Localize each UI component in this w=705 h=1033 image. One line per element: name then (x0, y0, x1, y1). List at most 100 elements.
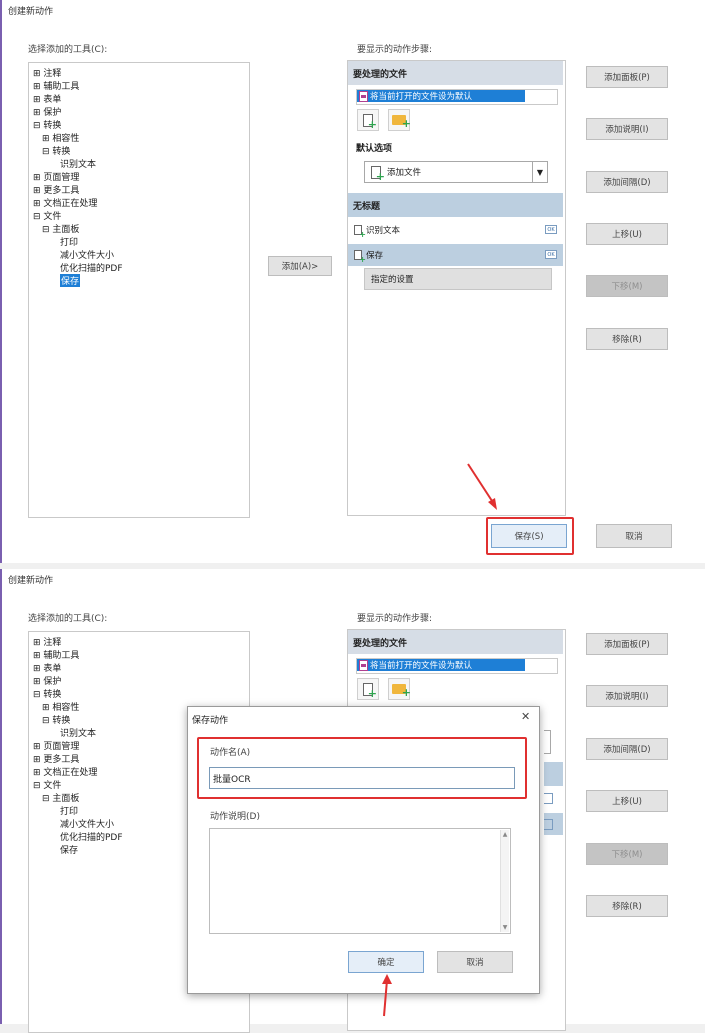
tree-item[interactable]: ⊞ 注释 (33, 635, 61, 648)
add-folder-button[interactable]: + (388, 109, 411, 131)
dialog-title: 保存动作 (192, 716, 229, 726)
options-icon[interactable]: OK (545, 250, 557, 259)
tree-item[interactable]: ⊟ 转换 (42, 713, 70, 726)
tree-item[interactable]: 识别文本 (60, 726, 96, 739)
tree-item[interactable]: 打印 (60, 804, 78, 817)
file-list[interactable]: 将当前打开的文件设为默认 (356, 658, 558, 674)
tree-item[interactable]: ⊞ 相容性 (42, 131, 79, 144)
tree-item[interactable]: ⊟ 文件 (33, 778, 61, 791)
tree-item[interactable]: ⊟ 文件 (33, 209, 61, 222)
step-specified-settings[interactable]: 指定的设置 (364, 268, 552, 290)
file-list[interactable]: 将当前打开的文件设为默认 (356, 89, 558, 105)
tree-item[interactable]: ⊞ 辅助工具 (33, 648, 79, 661)
step-specified-label: 指定的设置 (371, 275, 414, 285)
tools-label: 选择添加的工具(C): (28, 45, 108, 55)
close-icon[interactable]: ✕ (521, 710, 530, 723)
tree-item[interactable]: ⊞ 保护 (33, 105, 61, 118)
tree-item[interactable]: 打印 (60, 235, 78, 248)
add-folder-button[interactable]: + (388, 678, 411, 700)
step-ocr[interactable]: 识别文本 OK (348, 220, 563, 240)
file-item-label: 将当前打开的文件设为默认 (370, 92, 473, 102)
move-down-button[interactable]: 下移(M) (586, 843, 668, 865)
dialog-cancel-button[interactable]: 取消 (437, 951, 513, 973)
step-save-label: 保存 (366, 251, 384, 261)
untitled-section-header[interactable]: 无标题 (348, 193, 563, 217)
tree-item[interactable]: ⊟ 转换 (33, 118, 61, 131)
ok-button[interactable]: 确定 (348, 951, 424, 973)
step-save[interactable]: 保存 OK (348, 244, 563, 266)
pdf-icon (359, 90, 368, 102)
tree-item[interactable]: ⊟ 转换 (33, 687, 61, 700)
move-up-button[interactable]: 上移(U) (586, 790, 668, 812)
chevron-down-icon: ▼ (532, 162, 547, 182)
tree-item[interactable]: ⊟ 主面板 (42, 222, 79, 235)
tree-item[interactable]: ⊞ 页面管理 (33, 170, 79, 183)
tree-item[interactable]: ⊞ 相容性 (42, 700, 79, 713)
tree-item[interactable]: 优化扫描的PDF (60, 830, 123, 843)
annotation-arrow (467, 463, 497, 510)
tree-item[interactable]: ⊞ 注释 (33, 66, 61, 79)
add-panel-button[interactable]: 添加面板(P) (586, 66, 668, 88)
tree-item[interactable]: ⊞ 更多工具 (33, 183, 79, 196)
steps-panel: 要处理的文件 将当前打开的文件设为默认 + + 默认选项 + 添加文件 ▼ 无标… (347, 60, 566, 516)
tree-item[interactable]: ⊞ 辅助工具 (33, 79, 79, 92)
file-item-label: 将当前打开的文件设为默认 (370, 661, 473, 671)
scroll-up-icon[interactable]: ▲ (501, 831, 509, 838)
new-document-icon: + (363, 682, 377, 699)
tree-item[interactable]: 减小文件大小 (60, 817, 114, 830)
save-button[interactable]: 保存(S) (491, 524, 567, 548)
add-file-button[interactable]: + (357, 109, 379, 131)
save-action-dialog: 保存动作 ✕ 动作名(A) 批量OCR 动作说明(D) ▲ ▼ 确定 取消 (187, 706, 540, 994)
file-item[interactable]: 将当前打开的文件设为默认 (357, 659, 525, 671)
tree-item[interactable]: ⊟ 主面板 (42, 791, 79, 804)
add-note-button[interactable]: 添加说明(I) (586, 118, 668, 140)
move-up-button[interactable]: 上移(U) (586, 223, 668, 245)
move-down-button[interactable]: 下移(M) (586, 275, 668, 297)
tree-item[interactable]: 保存 (60, 274, 81, 287)
window-title: 创建新动作 (8, 7, 54, 17)
add-separator-button[interactable]: 添加间隔(D) (586, 171, 668, 193)
tree-item[interactable]: 减小文件大小 (60, 248, 114, 261)
folder-icon: + (392, 684, 411, 698)
tree-item[interactable]: ⊞ 表单 (33, 661, 61, 674)
pdf-icon (359, 659, 368, 671)
default-options-dropdown[interactable]: + 添加文件 ▼ (364, 161, 548, 183)
remove-button[interactable]: 移除(R) (586, 328, 668, 350)
default-options-label: 默认选项 (356, 144, 393, 154)
tree-item[interactable]: ⊞ 文档正在处理 (33, 196, 97, 209)
tree-item[interactable]: ⊞ 表单 (33, 92, 61, 105)
tree-item[interactable]: ⊟ 转换 (42, 144, 70, 157)
untitled-section-header (544, 762, 563, 786)
annotation-arrow (382, 974, 392, 1017)
tree-item[interactable]: ⊞ 文档正在处理 (33, 765, 97, 778)
action-description-textarea[interactable]: ▲ ▼ (209, 828, 511, 934)
action-description-label: 动作说明(D) (210, 812, 260, 822)
add-panel-button[interactable]: 添加面板(P) (586, 633, 668, 655)
tree-item[interactable]: ⊞ 更多工具 (33, 752, 79, 765)
tools-tree[interactable]: ⊞ 注释 ⊞ 辅助工具 ⊞ 表单 ⊞ 保护 ⊟ 转换 ⊞ 相容性 ⊟ 转换 识别文本 ⊞ 页面管… (28, 62, 250, 518)
dropdown-edge (544, 730, 551, 754)
cancel-button[interactable]: 取消 (596, 524, 672, 548)
action-name-label: 动作名(A) (210, 748, 251, 758)
remove-button[interactable]: 移除(R) (586, 895, 668, 917)
tree-item[interactable]: ⊞ 页面管理 (33, 739, 79, 752)
steps-label: 要显示的动作步骤: (357, 45, 433, 55)
options-icon[interactable]: OK (545, 225, 557, 234)
step-ocr-label: 识别文本 (366, 226, 401, 236)
add-note-button[interactable]: 添加说明(I) (586, 685, 668, 707)
add-button[interactable]: 添加(A)> (268, 256, 332, 276)
add-separator-button[interactable]: 添加间隔(D) (586, 738, 668, 760)
scroll-down-icon[interactable]: ▼ (501, 924, 509, 931)
tree-item[interactable]: ⊞ 保护 (33, 674, 61, 687)
tree-item[interactable]: 保存 (60, 843, 78, 856)
action-name-input[interactable]: 批量OCR (209, 767, 515, 789)
add-file-button[interactable]: + (357, 678, 379, 700)
tree-item[interactable]: 优化扫描的PDF (60, 261, 123, 274)
dropdown-value: 添加文件 (387, 168, 422, 178)
tree-item[interactable]: 识别文本 (60, 157, 96, 170)
file-item[interactable]: 将当前打开的文件设为默认 (357, 90, 525, 102)
options-icon (544, 819, 553, 830)
files-section-header: 要处理的文件 (348, 630, 563, 654)
scrollbar[interactable]: ▲ ▼ (500, 830, 509, 932)
document-icon (354, 250, 366, 264)
